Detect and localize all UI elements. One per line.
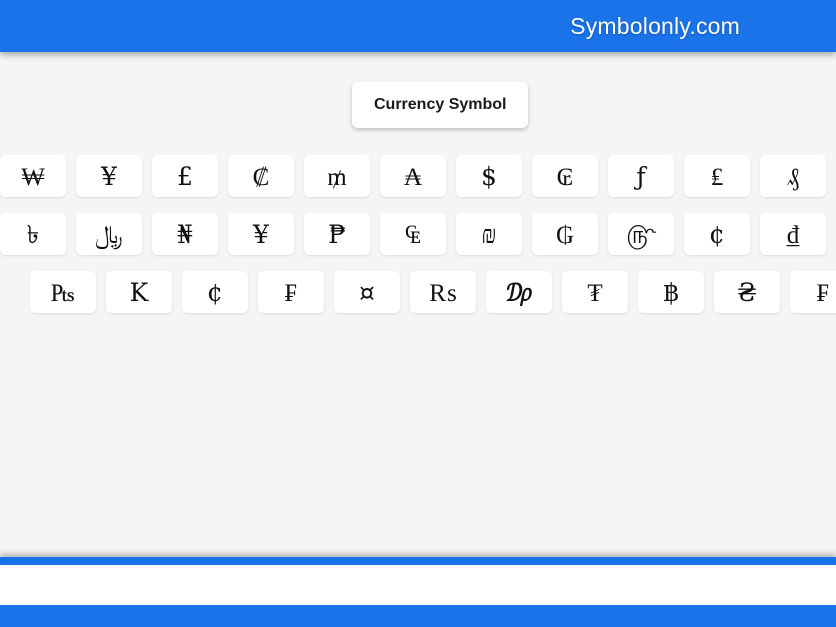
rupee-sign-glyph: ₨ [429,277,457,307]
symbol-tile-new-sheqel-sign[interactable]: ₪ [456,213,522,255]
tamil-rupee-sign-glyph: ௹ [625,219,657,249]
category-tab-strip: Currency Symbol [0,82,836,132]
symbol-tile-dong-sign[interactable]: ₫ [760,213,826,255]
euro-currency-sign-glyph: ₠ [405,219,421,249]
symbol-tile-french-franc-sign[interactable]: ₣ [258,271,324,313]
symbol-tile-cruzeiro-sign[interactable]: ₢ [532,155,598,197]
symbol-tile-peso-sign[interactable]: ₱ [304,213,370,255]
french-franc-sign-glyph: ₣ [816,277,830,307]
symbol-tile-cent-sign-2[interactable]: ¢ [182,271,248,313]
symbol-tile-euro-currency-sign[interactable]: ₠ [380,213,446,255]
dollar-sign-glyph: $ [481,161,497,191]
rial-sign-glyph: ﷼ [95,219,123,249]
footer-bottom-bar [0,605,836,627]
symbol-tile-drachma-sign[interactable]: ₯ [486,271,552,313]
symbol-tile-naira-sign[interactable]: ₦ [152,213,218,255]
symbol-tile-lira-sign[interactable]: ₤ [684,155,750,197]
symbol-tile-mill-sign[interactable]: ₥ [304,155,370,197]
cent-sign-glyph: ¢ [709,219,725,249]
symbol-tile-cent-sign[interactable]: ¢ [684,213,750,255]
lira-sign-glyph: ₤ [710,161,724,191]
symbol-row: ৳ ﷼ ₦ ¥ ₱ ₠ ₪ ₲ ௹ ¢ ₫ [0,213,836,255]
peso-sign-glyph: ₱ [328,219,346,249]
symbol-tile-florin-sign[interactable]: ƒ [608,155,674,197]
symbol-tile-french-franc-sign-2[interactable]: ₣ [790,271,836,313]
peseta-sign-glyph: ₧ [50,277,76,307]
kip-sign-glyph: K [129,277,149,307]
generic-currency-sign-glyph: ¤ [359,277,375,307]
symbol-grid: ₩ ¥ £ ₡ ₥ ₳ $ ₢ ƒ ₤ ₰ ৳ ﷼ ₦ ¥ ₱ ₠ ₪ ₲ ௹ … [0,155,836,329]
symbol-tile-bengali-taka-sign[interactable]: ৳ [0,213,66,255]
symbol-row: ₧ K ¢ ₣ ¤ ₨ ₯ ₮ ฿ ₴ ₣ [0,271,836,313]
naira-sign-glyph: ₦ [177,219,193,249]
french-franc-sign-glyph: ₣ [284,277,298,307]
tab-currency-symbol-label: Currency Symbol [374,96,507,113]
symbol-tile-yen-sign-2[interactable]: ¥ [228,213,294,255]
won-sign-glyph: ₩ [21,161,45,191]
symbol-tile-austral-sign[interactable]: ₳ [380,155,446,197]
site-header: Symbolonly.com [0,0,836,52]
symbol-tile-rial-sign[interactable]: ﷼ [76,213,142,255]
symbol-tile-guarani-sign[interactable]: ₲ [532,213,598,255]
yen-sign-glyph: ¥ [101,161,117,191]
main-content: Currency Symbol ₩ ¥ £ ₡ ₥ ₳ $ ₢ ƒ ₤ ₰ ৳ … [0,52,836,557]
baht-sign-glyph: ฿ [663,277,679,307]
symbol-tile-rupee-sign[interactable]: ₨ [410,271,476,313]
drachma-sign-glyph: ₯ [505,277,533,307]
symbol-tile-hryvnia-sign[interactable]: ₴ [714,271,780,313]
guarani-sign-glyph: ₲ [555,219,575,249]
symbol-tile-dollar-sign[interactable]: $ [456,155,522,197]
symbol-tile-tugrik-sign[interactable]: ₮ [562,271,628,313]
dong-sign-glyph: ₫ [786,219,800,249]
symbol-tile-yen-sign[interactable]: ¥ [76,155,142,197]
colon-sign-glyph: ₡ [252,161,270,191]
footer-accent-rule [0,557,836,565]
mill-sign-glyph: ₥ [327,161,347,191]
pfennig-sign-glyph: ₰ [786,161,800,191]
symbol-tile-colon-sign[interactable]: ₡ [228,155,294,197]
bengali-taka-sign-glyph: ৳ [26,219,40,249]
symbol-tile-kip-sign[interactable]: K [106,271,172,313]
hryvnia-sign-glyph: ₴ [737,277,757,307]
symbol-tile-baht-sign[interactable]: ฿ [638,271,704,313]
symbol-row: ₩ ¥ £ ₡ ₥ ₳ $ ₢ ƒ ₤ ₰ [0,155,836,197]
symbol-tile-generic-currency-sign[interactable]: ¤ [334,271,400,313]
symbol-tile-peseta-sign[interactable]: ₧ [30,271,96,313]
footer-band [0,565,836,605]
new-sheqel-sign-glyph: ₪ [481,219,497,249]
yen-sign-glyph: ¥ [253,219,269,249]
symbol-tile-tamil-rupee-sign[interactable]: ௹ [608,213,674,255]
cruzeiro-sign-glyph: ₢ [556,161,574,191]
pound-sign-glyph: £ [177,161,193,191]
symbol-tile-won-sign[interactable]: ₩ [0,155,66,197]
cent-sign-glyph: ¢ [207,277,223,307]
site-title: Symbolonly.com [570,13,740,39]
symbol-tile-pfennig-sign[interactable]: ₰ [760,155,826,197]
tab-currency-symbol[interactable]: Currency Symbol [352,82,529,128]
austral-sign-glyph: ₳ [403,161,423,191]
tugrik-sign-glyph: ₮ [587,277,603,307]
symbol-tile-pound-sign[interactable]: £ [152,155,218,197]
florin-sign-glyph: ƒ [636,161,646,191]
